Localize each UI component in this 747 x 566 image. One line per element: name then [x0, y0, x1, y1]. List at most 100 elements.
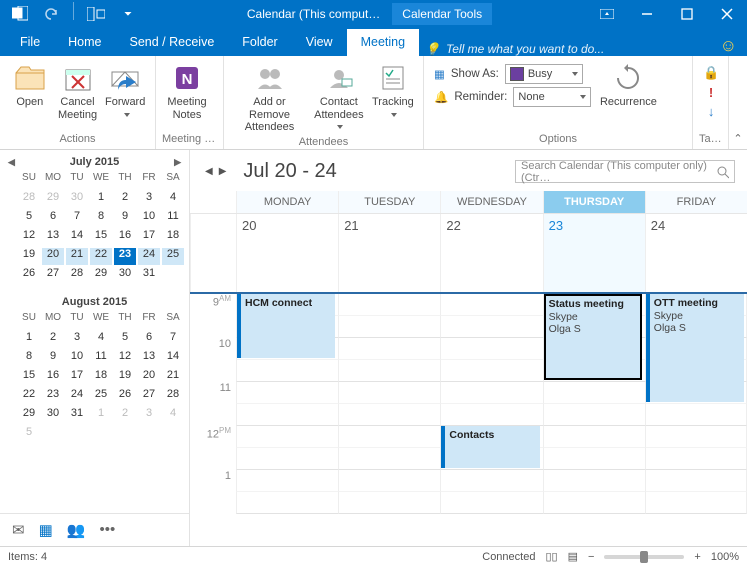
minicalendar-day[interactable]: 21	[162, 369, 184, 386]
show-as-field[interactable]: Busy	[505, 64, 583, 84]
time-cell[interactable]	[543, 404, 645, 426]
minicalendar-day[interactable]: 26	[18, 267, 40, 284]
time-cell[interactable]	[236, 492, 338, 514]
tab-file[interactable]: File	[6, 29, 54, 56]
tab-view[interactable]: View	[292, 29, 347, 56]
qat-dropdown-icon[interactable]: ⏷	[114, 2, 142, 26]
date-cell[interactable]: 23	[543, 214, 645, 292]
minicalendar-day[interactable]: 17	[138, 229, 160, 246]
open-button[interactable]: Open	[6, 60, 54, 133]
time-cell[interactable]	[440, 382, 542, 404]
minicalendar-day[interactable]: 18	[90, 369, 112, 386]
time-cell[interactable]	[543, 448, 645, 470]
time-cell[interactable]	[440, 492, 542, 514]
reminder-field[interactable]: None	[513, 87, 591, 107]
time-cell[interactable]	[236, 404, 338, 426]
undo-icon[interactable]	[38, 2, 66, 26]
outlook-icon[interactable]	[6, 2, 34, 26]
cancel-meeting-button[interactable]: Cancel Meeting	[54, 60, 102, 133]
contact-attendees-button[interactable]: Contact Attendees	[309, 60, 369, 136]
minicalendar-day[interactable]: 29	[42, 191, 64, 208]
minicalendar-day[interactable]: 15	[90, 229, 112, 246]
tab-send-receive[interactable]: Send / Receive	[116, 29, 229, 56]
close-button[interactable]	[707, 0, 747, 28]
minicalendar-day[interactable]: 5	[18, 426, 40, 443]
minicalendar-day[interactable]: 16	[114, 229, 136, 246]
time-cell[interactable]	[440, 360, 542, 382]
minicalendar-day[interactable]: 4	[162, 407, 184, 424]
minicalendar-day[interactable]: 23	[42, 388, 64, 405]
maximize-button[interactable]	[667, 0, 707, 28]
time-cell[interactable]	[645, 470, 747, 492]
minicalendar-day[interactable]: 1	[90, 191, 112, 208]
minicalendar-day[interactable]: 4	[90, 331, 112, 348]
minicalendar-day[interactable]: 6	[138, 331, 160, 348]
calendar-nav-icon[interactable]: ▦	[39, 521, 53, 539]
search-calendar-input[interactable]: Search Calendar (This computer only) (Ct…	[515, 160, 735, 183]
minicalendar-day[interactable]: 9	[114, 210, 136, 227]
appointment[interactable]: Contacts	[441, 426, 539, 468]
minicalendar-day[interactable]: 1	[90, 407, 112, 424]
time-cell[interactable]	[236, 360, 338, 382]
minicalendar-day[interactable]: 7	[162, 331, 184, 348]
minicalendar-day[interactable]: 7	[66, 210, 88, 227]
minicalendar-day[interactable]: 11	[90, 350, 112, 367]
appointment[interactable]: HCM connect	[237, 294, 335, 358]
time-cell[interactable]	[543, 470, 645, 492]
minicalendar-day[interactable]: 14	[66, 229, 88, 246]
time-cell[interactable]	[236, 382, 338, 404]
minicalendar-day[interactable]: 5	[18, 210, 40, 227]
time-cell[interactable]	[338, 316, 440, 338]
time-cell[interactable]	[440, 316, 542, 338]
minicalendar-day[interactable]: 5	[114, 331, 136, 348]
view-reading-icon[interactable]: ▤	[568, 550, 578, 563]
time-cell[interactable]	[645, 404, 747, 426]
minicalendar-day[interactable]: 28	[18, 191, 40, 208]
lock-icon[interactable]: 🔒	[703, 65, 719, 81]
ribbon-display-options-icon[interactable]	[587, 0, 627, 28]
time-cell[interactable]	[338, 492, 440, 514]
tell-me-search[interactable]: 💡Tell me what you want to do...	[425, 42, 604, 56]
minicalendar-day[interactable]: 10	[66, 350, 88, 367]
minicalendar-day[interactable]: 19	[114, 369, 136, 386]
minicalendar-day[interactable]: 1	[18, 331, 40, 348]
appointment[interactable]: Status meetingSkypeOlga S	[544, 294, 642, 380]
minicalendar-day[interactable]: 31	[66, 407, 88, 424]
minicalendar-day[interactable]: 12	[18, 229, 40, 246]
time-cell[interactable]	[236, 448, 338, 470]
minicalendar-day[interactable]: 3	[138, 191, 160, 208]
minicalendar-day[interactable]: 11	[162, 210, 184, 227]
minicalendar-day[interactable]: 25	[162, 248, 184, 265]
minicalendar-day[interactable]: 8	[90, 210, 112, 227]
people-nav-icon[interactable]: 👥	[67, 521, 86, 539]
minicalendar-day[interactable]: 21	[66, 248, 88, 265]
time-cell[interactable]	[338, 382, 440, 404]
date-cell[interactable]: 22	[440, 214, 542, 292]
time-cell[interactable]	[236, 426, 338, 448]
minicalendar-day[interactable]: 31	[138, 267, 160, 284]
contextual-tab-header[interactable]: Calendar Tools	[392, 3, 492, 25]
time-cell[interactable]	[543, 382, 645, 404]
minicalendar-day[interactable]: 27	[138, 388, 160, 405]
minicalendar-july[interactable]: SUMOTUWETHFRSA28293012345678910111213141…	[0, 172, 189, 290]
time-cell[interactable]	[338, 448, 440, 470]
tab-meeting[interactable]: Meeting	[347, 29, 419, 56]
minicalendar-day[interactable]: 30	[42, 407, 64, 424]
minicalendar-day[interactable]: 27	[42, 267, 64, 284]
minicalendar-day[interactable]: 14	[162, 350, 184, 367]
date-cell[interactable]: 24	[645, 214, 747, 292]
minicalendar-day[interactable]: 6	[42, 210, 64, 227]
minicalendar-day[interactable]: 25	[90, 388, 112, 405]
minicalendar-day[interactable]: 24	[66, 388, 88, 405]
time-cell[interactable]	[338, 404, 440, 426]
tab-folder[interactable]: Folder	[228, 29, 291, 56]
minicalendar-august[interactable]: SUMOTUWETHFRSA12345678910111213141516171…	[0, 312, 189, 449]
minicalendar-day[interactable]: 8	[18, 350, 40, 367]
zoom-slider[interactable]	[604, 555, 684, 559]
minicalendar-day[interactable]: 19	[18, 248, 40, 265]
prev-month-icon[interactable]: ◀	[4, 157, 19, 168]
zoom-out-icon[interactable]: −	[588, 551, 594, 563]
minicalendar-day[interactable]: 9	[42, 350, 64, 367]
minicalendar-day[interactable]: 15	[18, 369, 40, 386]
minicalendar-day[interactable]: 3	[66, 331, 88, 348]
